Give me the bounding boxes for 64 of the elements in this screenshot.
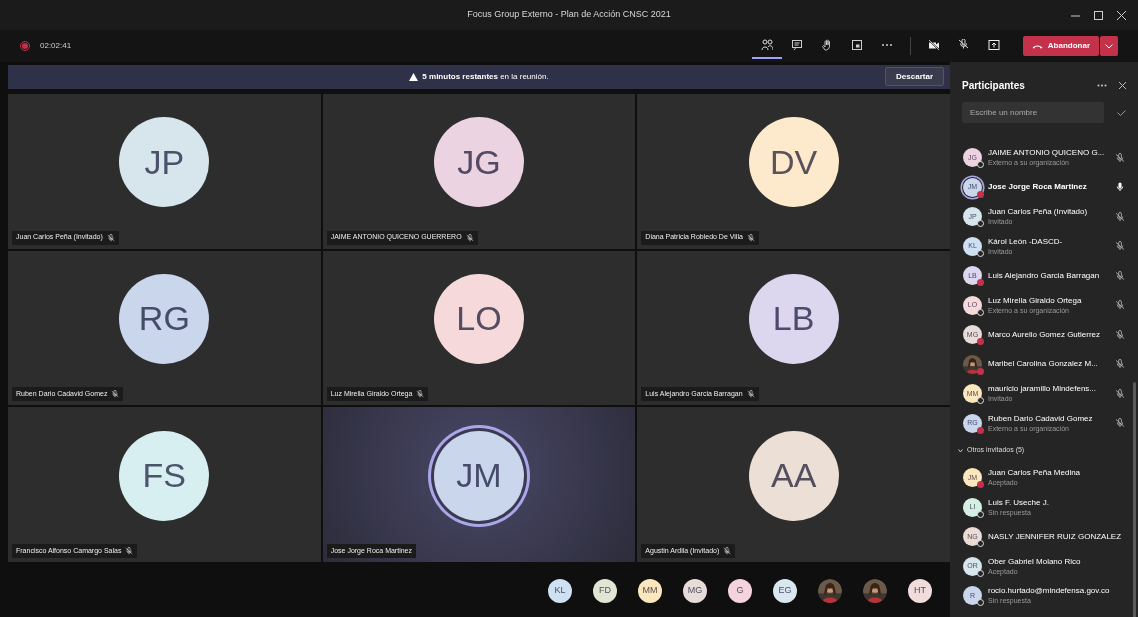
checkmark-icon[interactable] <box>1117 109 1126 116</box>
leave-options-button[interactable] <box>1100 36 1118 56</box>
participant-name: JAIME ANTONIO QUICENO G... <box>988 148 1106 159</box>
participant-name: Juan Carlos Peña Medina <box>988 468 1082 479</box>
search-field[interactable]: Escribe un nombre <box>962 102 1105 123</box>
share-icon <box>987 39 1000 51</box>
participant-name: Juan Carlos Peña (Invitado) <box>988 207 1089 218</box>
avatar: HT <box>908 578 932 603</box>
more-icon[interactable] <box>1097 83 1107 87</box>
chevron-down-icon <box>1105 43 1113 49</box>
mic-off-icon <box>465 233 474 242</box>
avatar: KL <box>548 578 572 603</box>
avatar: MG <box>683 578 707 603</box>
panel-title: Participantes <box>962 78 1026 93</box>
warning-icon <box>409 73 419 81</box>
mic-off-icon <box>106 233 115 242</box>
window-title: Focus Group Externo - Plan de Acción CNSC 2021 <box>467 8 671 22</box>
people-icon <box>760 39 773 51</box>
participant-name: rocio.hurtado@mindefensa.gov.co <box>988 586 1111 597</box>
hand-icon <box>820 39 833 51</box>
avatar: LB <box>748 274 839 364</box>
chevron-icon <box>958 448 963 453</box>
avatar: MM <box>638 578 662 603</box>
mic-off-icon <box>416 390 425 399</box>
close-icon[interactable] <box>1119 81 1126 89</box>
participant-name: Luis Alejandro Garcia Barragan <box>988 270 1101 281</box>
participant-name: Ober Gabriel Molano Rico <box>988 556 1082 567</box>
call-timer: 02:02:41 <box>40 40 72 52</box>
mic-off-icon <box>125 547 134 555</box>
participant-name: mauricio jaramillo Mindefens... <box>988 384 1098 395</box>
avatar: RG <box>119 274 210 364</box>
avatar: FS <box>119 430 210 521</box>
phone-icon <box>1031 43 1043 49</box>
mic-off-icon <box>111 390 120 399</box>
avatar: AA <box>748 430 839 521</box>
maximize-icon[interactable] <box>1094 10 1103 20</box>
avatar: LO <box>434 274 524 364</box>
participant-name: Maribel Carolina Gonzalez M... <box>988 359 1099 370</box>
dismiss-button[interactable]: Descartar <box>885 67 944 86</box>
participant-name: Marco Aurelio Gomez Gutierrez <box>988 329 1102 340</box>
participant-name: Luis F. Useche J. <box>988 497 1050 508</box>
avatar: G <box>728 578 752 603</box>
close-icon[interactable] <box>1117 10 1126 20</box>
avatar: EG <box>773 578 797 603</box>
mic-off-icon <box>957 39 970 51</box>
avatar: FD <box>593 578 617 603</box>
mic-off-icon <box>723 547 732 555</box>
avatar: JG <box>434 117 524 208</box>
avatar: JP <box>119 117 210 208</box>
camera-off-icon <box>927 39 940 51</box>
participant-row[interactable]: Maribel Carolina Gonzalez M... <box>950 349 1138 379</box>
participant-name: Ruben Dario Cadavid Gomez <box>988 413 1094 424</box>
banner-text: 5 minutos restantes en la reunión. <box>422 71 549 83</box>
leave-button[interactable]: Abandonar <box>1022 36 1099 56</box>
mic-off-icon <box>746 390 755 399</box>
avatar: DV <box>748 117 839 208</box>
chat-icon <box>790 39 803 51</box>
participant-name: Jose Jorge Roca Martinez <box>988 182 1088 193</box>
scrollbar[interactable] <box>1133 382 1136 617</box>
participant-name: Luz Mirella Giraldo Ortega <box>988 295 1083 306</box>
participant-name: NASLY JENNIFER RUIZ GONZALEZ <box>988 531 1123 542</box>
window-icon <box>850 39 863 51</box>
participant-name: Károl León -DASCD- <box>988 236 1064 247</box>
mic-off-icon <box>746 233 755 242</box>
